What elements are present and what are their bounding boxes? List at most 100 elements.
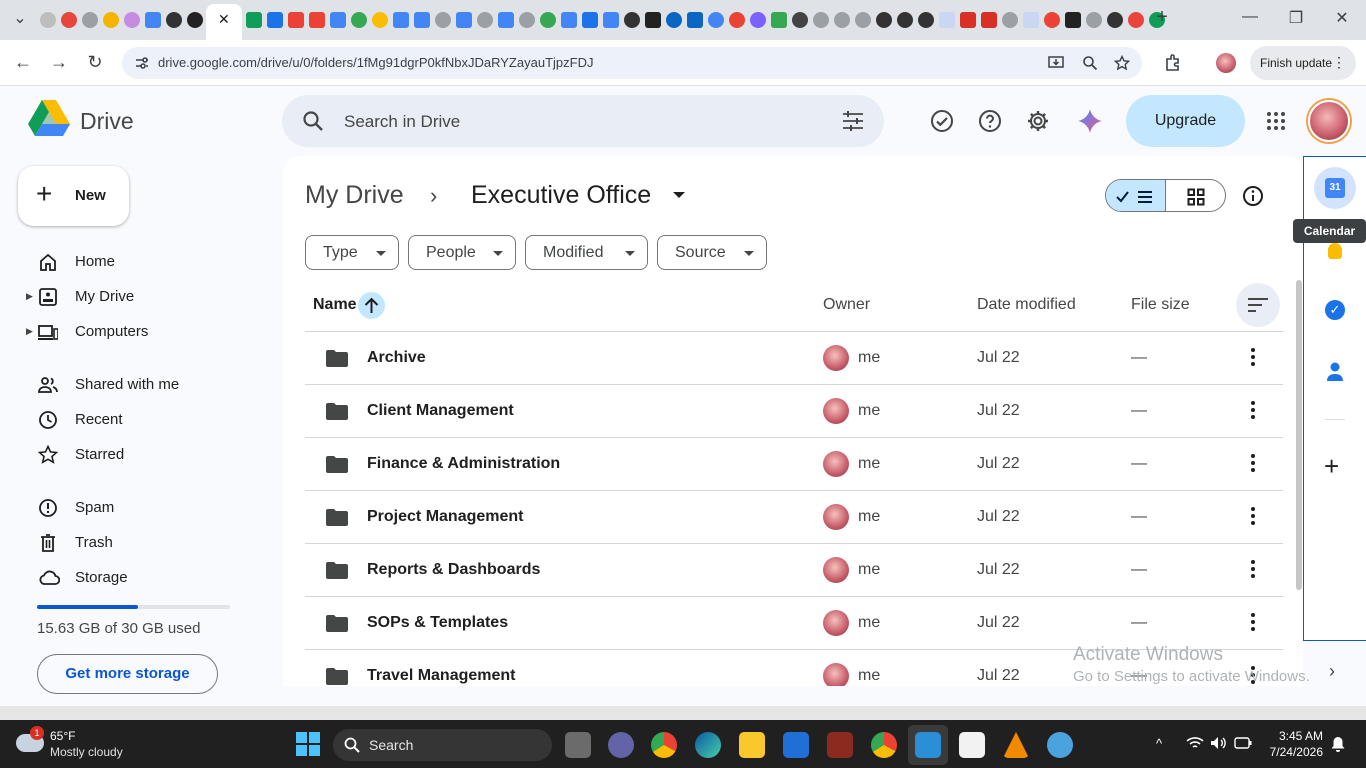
- offline-ready-icon[interactable]: [922, 101, 962, 141]
- search-input[interactable]: Search in Drive: [344, 112, 460, 132]
- tab-favicon[interactable]: [414, 12, 430, 28]
- back-icon[interactable]: ←: [11, 52, 35, 72]
- active-app-icon[interactable]: [915, 732, 941, 758]
- teams-icon[interactable]: [608, 732, 634, 758]
- table-row[interactable]: Project Management me Jul 22 —: [305, 490, 1283, 543]
- tab-favicon[interactable]: [61, 12, 77, 28]
- snipping-tool-icon[interactable]: [959, 732, 985, 758]
- tab-favicon[interactable]: [267, 12, 283, 28]
- tab-favicon[interactable]: [519, 12, 535, 28]
- taskbar-time[interactable]: 3:45 AM: [1278, 729, 1323, 743]
- new-button[interactable]: + New: [18, 166, 129, 226]
- file-name[interactable]: Finance & Administration: [367, 455, 560, 473]
- tab-favicon[interactable]: [40, 12, 56, 28]
- tab-favicon[interactable]: [918, 12, 934, 28]
- contacts-icon[interactable]: [1326, 361, 1344, 381]
- tab-favicon[interactable]: [813, 12, 829, 28]
- tab-favicon[interactable]: [540, 12, 556, 28]
- help-icon[interactable]: [970, 101, 1010, 141]
- grid-view-icon[interactable]: [1187, 188, 1205, 206]
- minimize-icon[interactable]: —: [1238, 8, 1262, 26]
- tab-favicon[interactable]: [603, 12, 619, 28]
- file-name[interactable]: Reports & Dashboards: [367, 561, 540, 579]
- volume-icon[interactable]: [1210, 736, 1228, 750]
- sidebar-item-storage[interactable]: Storage: [26, 562, 266, 594]
- tab-favicon[interactable]: [1107, 12, 1123, 28]
- filter-people-chip[interactable]: People: [408, 235, 516, 270]
- tab-favicon[interactable]: [1128, 12, 1144, 28]
- tab-favicon[interactable]: [708, 12, 724, 28]
- gemini-sparkle-icon[interactable]: [1070, 101, 1110, 141]
- tab-favicon[interactable]: [687, 12, 703, 28]
- tab-favicon[interactable]: [876, 12, 892, 28]
- tab-favicon[interactable]: [124, 12, 140, 28]
- folder-menu-caret-icon[interactable]: [672, 190, 686, 200]
- google-apps-icon[interactable]: [1256, 101, 1296, 141]
- breadcrumb-current-folder[interactable]: Executive Office: [471, 181, 651, 210]
- vertical-scrollbar[interactable]: [1296, 280, 1302, 590]
- extensions-icon[interactable]: [1163, 53, 1183, 73]
- paint-icon[interactable]: [1047, 732, 1073, 758]
- windows-start-icon[interactable]: [296, 732, 320, 756]
- battery-icon[interactable]: [1234, 737, 1252, 749]
- address-bar[interactable]: drive.google.com/drive/u/0/folders/1fMg9…: [122, 47, 1142, 79]
- forward-icon[interactable]: →: [47, 52, 71, 72]
- tab-favicon[interactable]: [1023, 12, 1039, 28]
- search-options-icon[interactable]: [842, 111, 864, 131]
- more-actions-icon[interactable]: [1251, 612, 1255, 632]
- tab-favicon[interactable]: [246, 12, 262, 28]
- file-name[interactable]: Travel Management: [367, 667, 516, 685]
- chrome-profile-icon[interactable]: [871, 732, 897, 758]
- column-header-owner[interactable]: Owner: [823, 296, 870, 314]
- tab-favicon[interactable]: [666, 12, 682, 28]
- sidebar-item-computers[interactable]: ▶ Computers: [26, 316, 266, 348]
- collapse-panel-icon[interactable]: ›: [1329, 661, 1335, 682]
- tab-favicon[interactable]: [729, 12, 745, 28]
- sort-ascending-button[interactable]: [358, 292, 385, 319]
- file-name[interactable]: Client Management: [367, 402, 514, 420]
- filter-source-chip[interactable]: Source: [657, 235, 767, 270]
- taskbar-search[interactable]: Search: [333, 729, 552, 761]
- tab-favicon[interactable]: [330, 12, 346, 28]
- filter-type-chip[interactable]: Type: [305, 235, 399, 270]
- tab-favicon[interactable]: [1065, 12, 1081, 28]
- more-actions-icon[interactable]: [1251, 559, 1255, 579]
- file-name[interactable]: SOPs & Templates: [367, 614, 508, 632]
- breadcrumb-my-drive[interactable]: My Drive: [305, 181, 404, 210]
- winrar-icon[interactable]: [827, 732, 853, 758]
- edge-icon[interactable]: [695, 732, 721, 758]
- wifi-icon[interactable]: [1186, 736, 1204, 750]
- tab-favicon[interactable]: [103, 12, 119, 28]
- weather-description[interactable]: Mostly cloudy: [50, 745, 123, 759]
- sidebar-item-spam[interactable]: Spam: [26, 492, 266, 524]
- more-actions-icon[interactable]: [1251, 400, 1255, 420]
- active-tab[interactable]: ✕: [206, 4, 242, 40]
- maximize-icon[interactable]: ❐: [1284, 8, 1308, 28]
- tab-favicon[interactable]: [1086, 12, 1102, 28]
- tab-favicon[interactable]: [771, 12, 787, 28]
- weather-temperature[interactable]: 65°F: [50, 729, 75, 743]
- tab-search-icon[interactable]: ⌄: [8, 8, 32, 28]
- keep-icon[interactable]: [1328, 243, 1342, 259]
- tab-favicon[interactable]: [187, 12, 203, 28]
- search-icon[interactable]: [302, 110, 324, 132]
- sort-options-button[interactable]: [1236, 283, 1280, 327]
- sidebar-item-recent[interactable]: Recent: [26, 404, 266, 436]
- tab-favicon[interactable]: [498, 12, 514, 28]
- tab-favicon[interactable]: [939, 12, 955, 28]
- add-addon-icon[interactable]: +: [1324, 453, 1339, 479]
- tab-favicon[interactable]: [960, 12, 976, 28]
- sidebar-item-my-drive[interactable]: ▶ My Drive: [26, 281, 266, 313]
- store-icon[interactable]: [783, 732, 809, 758]
- tab-favicon[interactable]: [792, 12, 808, 28]
- tasks-icon[interactable]: ✓: [1325, 300, 1345, 320]
- file-name[interactable]: Archive: [367, 349, 426, 367]
- column-header-name[interactable]: Name: [313, 296, 357, 314]
- list-view-button[interactable]: [1106, 180, 1166, 211]
- horizontal-scrollbar[interactable]: [0, 706, 1366, 720]
- table-row[interactable]: Client Management me Jul 22 —: [305, 384, 1283, 437]
- sidebar-item-home[interactable]: Home: [26, 246, 266, 278]
- settings-gear-icon[interactable]: [1018, 101, 1058, 141]
- tab-favicon[interactable]: [834, 12, 850, 28]
- tab-favicon[interactable]: [897, 12, 913, 28]
